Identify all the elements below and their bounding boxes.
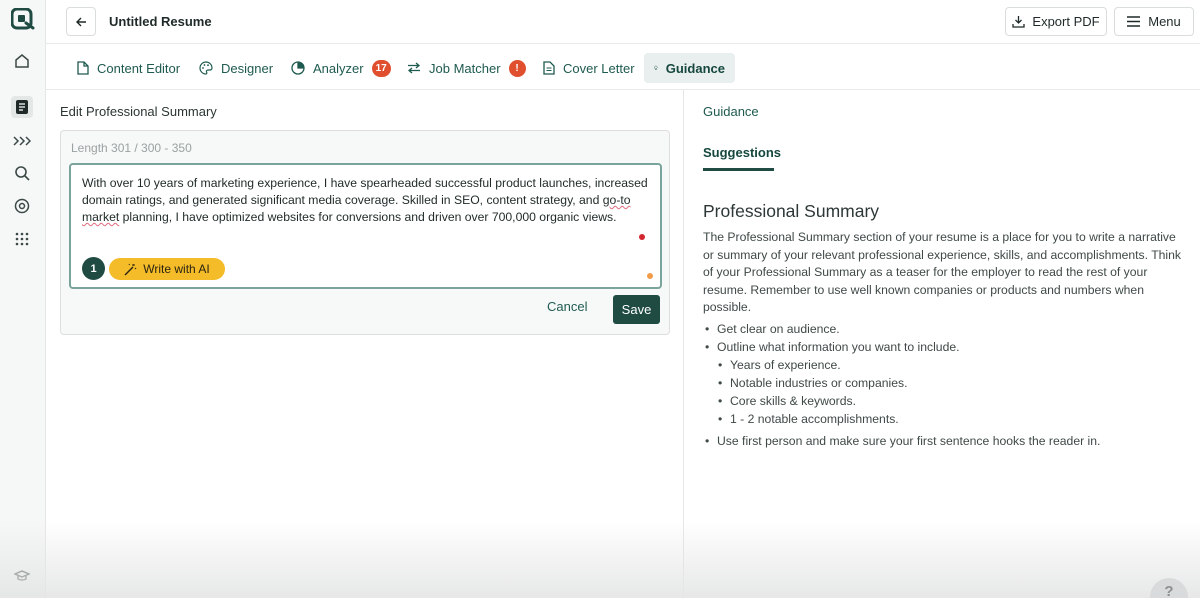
edit-section-heading: Edit Professional Summary [60, 104, 217, 119]
tab-analyzer-label: Analyzer [313, 60, 364, 76]
resume-icon[interactable] [11, 96, 33, 118]
tab-analyzer[interactable]: Analyzer 17 [281, 53, 401, 83]
length-indicator: Length 301 / 300 - 350 [71, 141, 192, 155]
guidance-paragraph: The Professional Summary section of your… [703, 230, 1182, 314]
search-icon[interactable] [11, 162, 33, 184]
summary-text-part2: planning, I have optimized websites for … [119, 210, 617, 224]
back-button[interactable] [66, 7, 96, 36]
guidance-bullet: Outline what information you want to inc… [703, 338, 1183, 356]
status-dot-red [639, 234, 645, 240]
panel-divider [683, 90, 684, 598]
guidance-sub-bullet: 1 - 2 notable accomplishments. [703, 410, 1183, 428]
guidance-bullet: Get clear on audience. [703, 320, 1183, 338]
suggestions-tab[interactable]: Suggestions [703, 145, 781, 160]
pie-chart-icon [291, 61, 305, 75]
home-icon[interactable] [11, 50, 33, 72]
step-number-badge: 1 [82, 257, 105, 280]
document-title: Untitled Resume [109, 14, 212, 29]
summary-text[interactable]: With over 10 years of marketing experien… [82, 175, 652, 226]
summary-textarea[interactable]: With over 10 years of marketing experien… [69, 163, 662, 289]
guidance-title: Professional Summary [703, 201, 880, 221]
download-icon [1012, 16, 1026, 28]
chrome-icon[interactable] [11, 195, 33, 217]
tab-job-matcher-label: Job Matcher [429, 60, 501, 76]
guidance-breadcrumb[interactable]: Guidance [703, 104, 759, 119]
palette-icon [199, 61, 213, 75]
tab-content-editor-label: Content Editor [97, 60, 181, 76]
hamburger-icon [1127, 16, 1141, 27]
tab-guidance[interactable]: Guidance [644, 53, 735, 83]
save-button[interactable]: Save [613, 295, 660, 324]
tab-bar: Content Editor Designer Analyzer 17 Job … [46, 45, 1200, 90]
left-rail [0, 0, 46, 598]
export-pdf-label: Export PDF [1032, 14, 1100, 29]
cancel-button[interactable]: Cancel [547, 299, 587, 314]
summary-text-part1: With over 10 years of marketing experien… [82, 176, 648, 207]
arrows-icon [407, 62, 421, 74]
bottom-fade-overlay [0, 520, 1200, 598]
guidance-bullet-list: Get clear on audience. Outline what info… [703, 320, 1183, 450]
tab-guidance-label: Guidance [665, 60, 725, 76]
magic-wand-icon [124, 263, 137, 275]
menu-label: Menu [1148, 14, 1181, 29]
editor-card: Length 301 / 300 - 350 With over 10 year… [60, 130, 670, 335]
document-icon [543, 61, 555, 75]
lightbulb-icon [654, 65, 658, 70]
analyzer-badge: 17 [371, 59, 391, 77]
file-icon [77, 61, 89, 75]
tab-cover-letter-label: Cover Letter [563, 60, 635, 76]
tab-content-editor[interactable]: Content Editor [67, 53, 190, 83]
job-matcher-badge: ! [508, 59, 526, 77]
write-with-ai-label: Write with AI [143, 262, 210, 276]
status-dot-orange [647, 273, 653, 279]
menu-button[interactable]: Menu [1114, 7, 1194, 36]
guidance-sub-bullet: Notable industries or companies. [703, 374, 1183, 392]
write-with-ai-button[interactable]: Write with AI [109, 258, 225, 280]
arrow-left-icon [76, 17, 86, 26]
app-logo[interactable] [10, 7, 35, 30]
tab-designer[interactable]: Designer [189, 53, 283, 83]
guidance-sub-bullet: Years of experience. [703, 356, 1183, 374]
help-button[interactable]: ? [1150, 578, 1188, 598]
tab-cover-letter[interactable]: Cover Letter [533, 53, 645, 83]
top-bar: Untitled Resume Export PDF Menu [46, 0, 1200, 44]
guidance-sub-bullet: Core skills & keywords. [703, 392, 1183, 410]
tab-designer-label: Designer [221, 60, 274, 76]
chevrons-icon[interactable] [11, 130, 33, 152]
export-pdf-button[interactable]: Export PDF [1005, 7, 1107, 36]
graduation-cap-icon[interactable] [11, 565, 33, 587]
tab-job-matcher[interactable]: Job Matcher ! [397, 53, 536, 83]
suggestions-tab-indicator [703, 168, 774, 171]
apps-grid-icon[interactable] [11, 228, 33, 250]
guidance-bullet: Use first person and make sure your firs… [703, 432, 1183, 450]
